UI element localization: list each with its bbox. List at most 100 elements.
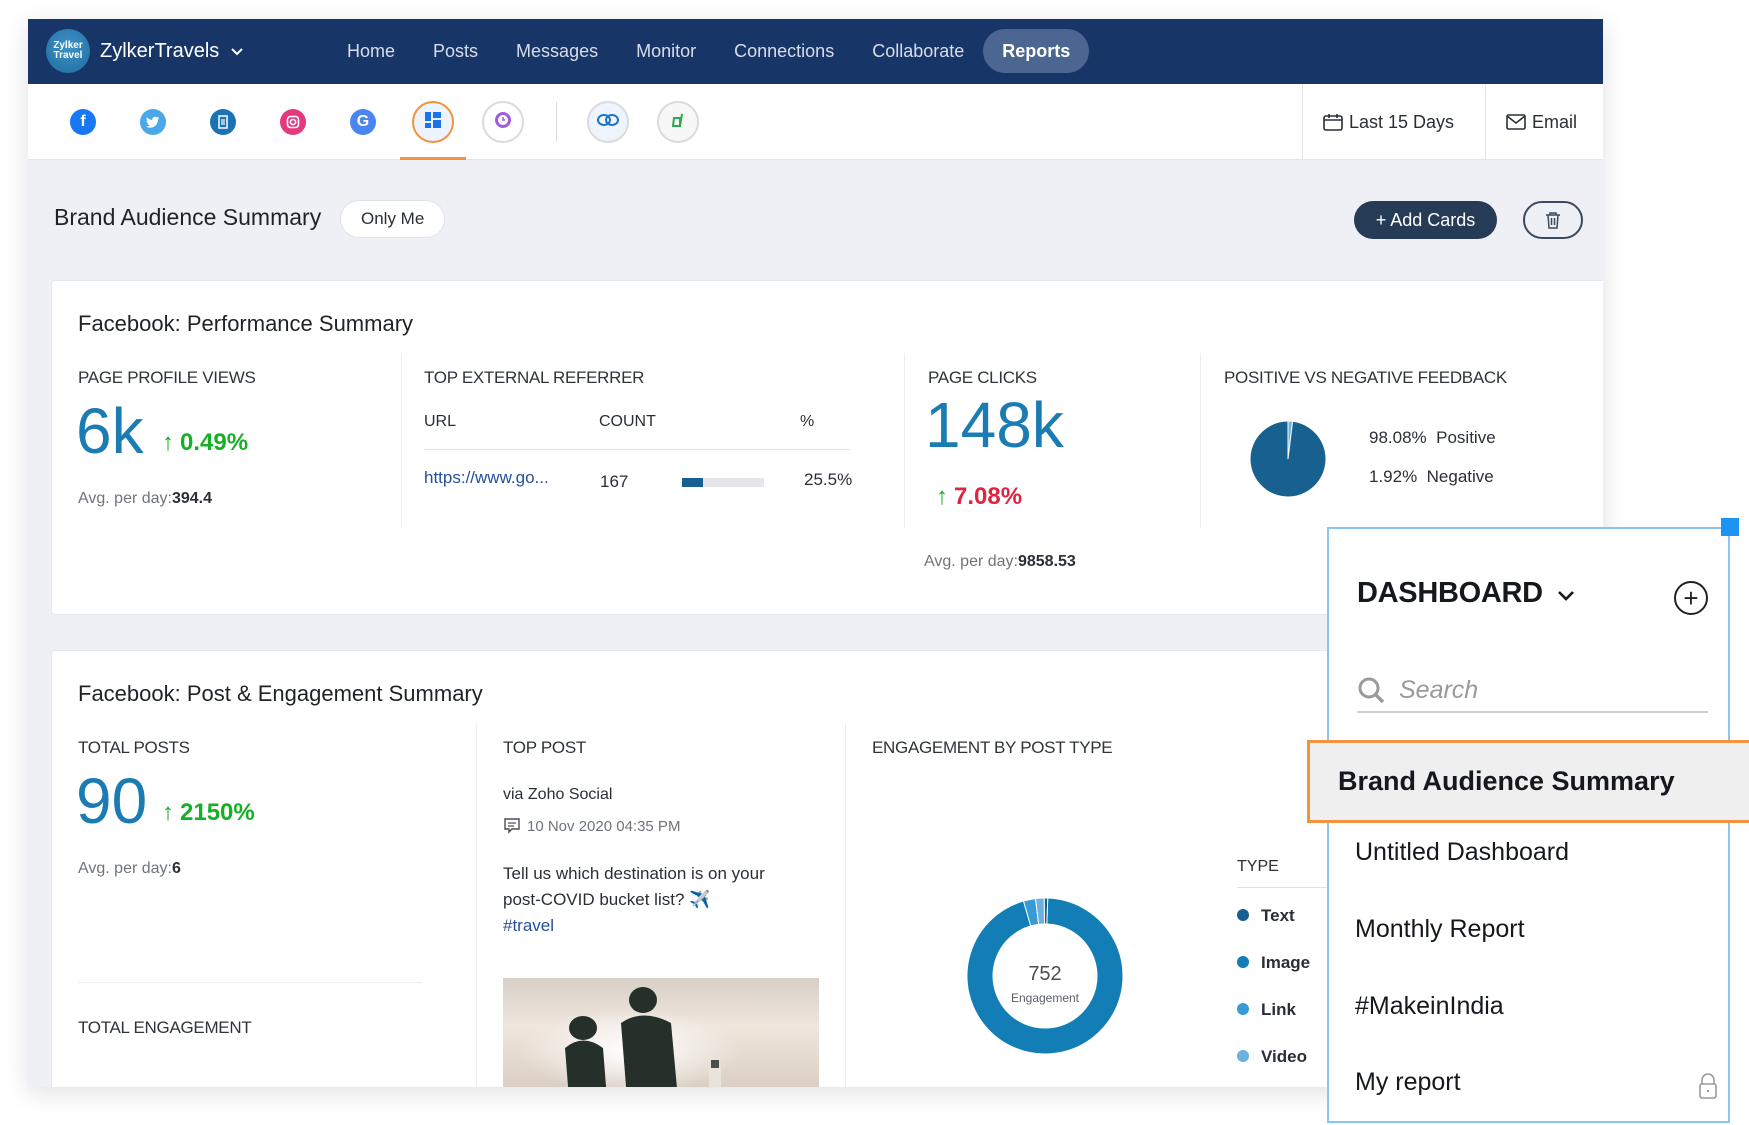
referrer-col-count: COUNT bbox=[599, 413, 656, 430]
donut-center-label: Engagement bbox=[1010, 991, 1080, 1005]
card-title: Facebook: Post & Engagement Summary bbox=[78, 681, 483, 706]
page-clicks-label: PAGE CLICKS bbox=[928, 368, 1037, 387]
type-col-type: TYPE bbox=[1237, 858, 1279, 875]
trash-icon bbox=[1546, 212, 1560, 229]
legend-dot bbox=[1237, 909, 1249, 921]
building-icon bbox=[210, 109, 236, 135]
channel-business[interactable] bbox=[202, 101, 244, 143]
dashboard-menu-heading[interactable]: DASHBOARD bbox=[1357, 577, 1575, 610]
page-clicks-change: ↑ 7.08% bbox=[936, 483, 1023, 510]
arrow-up-icon: ↑ bbox=[162, 799, 174, 826]
channel-divider bbox=[556, 102, 557, 142]
legend-label: Text bbox=[1261, 906, 1295, 925]
arrow-up-icon: ↑ bbox=[162, 429, 174, 456]
legend-dot bbox=[1237, 1003, 1249, 1015]
dashboard-grid-icon bbox=[425, 111, 441, 133]
donut-center-value: 752 bbox=[1028, 963, 1062, 985]
add-cards-button[interactable]: + Add Cards bbox=[1354, 201, 1497, 239]
facebook-icon: f bbox=[70, 109, 96, 135]
channel-instagram[interactable] bbox=[272, 101, 314, 143]
nav-connections[interactable]: Connections bbox=[715, 29, 853, 73]
nav-home[interactable]: Home bbox=[328, 29, 414, 73]
total-posts-label: TOTAL POSTS bbox=[78, 738, 190, 757]
type-legend-item: Video bbox=[1237, 1047, 1307, 1067]
legend-negative: 1.92% Negative bbox=[1369, 467, 1494, 486]
date-range-button[interactable]: Last 15 Days bbox=[1302, 84, 1485, 160]
card-title: Facebook: Performance Summary bbox=[78, 311, 414, 336]
feedback-pie-chart bbox=[1249, 420, 1327, 498]
referrer-label: TOP EXTERNAL REFERRER bbox=[424, 368, 645, 387]
channel-scheduler[interactable] bbox=[482, 101, 524, 143]
nav-collaborate[interactable]: Collaborate bbox=[853, 29, 983, 73]
email-button[interactable]: Email bbox=[1485, 84, 1603, 160]
channel-google[interactable]: G bbox=[342, 101, 384, 143]
dashboard-item-locked[interactable]: My report bbox=[1327, 1068, 1730, 1099]
dashboard-search bbox=[1357, 669, 1708, 713]
legend-dot bbox=[1237, 1050, 1249, 1062]
dashboard-menu: DASHBOARD + bbox=[1327, 527, 1730, 1123]
profile-views-label: PAGE PROFILE VIEWS bbox=[78, 368, 256, 387]
mail-icon bbox=[1506, 114, 1526, 130]
dashboard-item[interactable]: #MakeinIndia bbox=[1327, 992, 1730, 1021]
top-post-image[interactable] bbox=[503, 978, 819, 1087]
hashtag-link[interactable]: #travel bbox=[503, 916, 554, 935]
type-legend-item: Text bbox=[1237, 906, 1295, 926]
resize-handle[interactable] bbox=[1721, 518, 1739, 536]
calendar-icon bbox=[1323, 114, 1343, 131]
brand-name: ZylkerTravels bbox=[100, 39, 220, 62]
referrer-count: 167 bbox=[600, 472, 629, 491]
main-nav: Home Posts Messages Monitor Connections … bbox=[328, 29, 1090, 73]
dashboard-search-input[interactable] bbox=[1399, 675, 1679, 705]
top-post-label: TOP POST bbox=[503, 738, 586, 757]
visibility-badge[interactable]: Only Me bbox=[340, 200, 446, 238]
referrer-share-fill bbox=[682, 478, 703, 487]
search-icon bbox=[1358, 677, 1385, 704]
nav-monitor[interactable]: Monitor bbox=[617, 29, 715, 73]
referrer-url-link[interactable]: https://www.go... bbox=[424, 468, 549, 488]
top-nav-bar: Zylker Travel ZylkerTravels Home Posts M… bbox=[28, 19, 1603, 84]
channel-bar: f G Last 15 Days Email bbox=[28, 84, 1603, 160]
profile-views-value: 6k bbox=[76, 395, 144, 467]
total-posts-change: ↑ 2150% bbox=[162, 799, 255, 826]
total-posts-avg: Avg. per day:6 bbox=[78, 860, 181, 877]
email-label: Email bbox=[1532, 111, 1578, 132]
legend-label: Video bbox=[1261, 1047, 1307, 1066]
referrer-percent: 25.5% bbox=[804, 470, 853, 489]
page-title: Brand Audience Summary bbox=[54, 204, 322, 230]
chevron-down-icon bbox=[231, 44, 243, 59]
delete-button[interactable] bbox=[1523, 201, 1583, 239]
referrer-col-percent: % bbox=[800, 413, 815, 430]
add-dashboard-button[interactable]: + bbox=[1674, 581, 1708, 615]
total-engagement-label: TOTAL ENGAGEMENT bbox=[78, 1018, 252, 1037]
profile-views-avg: Avg. per day:394.4 bbox=[78, 490, 213, 507]
date-range-label: Last 15 Days bbox=[1349, 111, 1455, 132]
nav-messages[interactable]: Messages bbox=[497, 29, 617, 73]
google-icon: G bbox=[350, 109, 376, 135]
twitter-icon bbox=[140, 109, 166, 135]
channel-desk[interactable] bbox=[657, 101, 699, 143]
channel-crm[interactable] bbox=[587, 101, 629, 143]
dashboard-item[interactable]: Untitled Dashboard bbox=[1327, 838, 1730, 867]
lock-icon bbox=[1699, 1073, 1717, 1099]
nav-reports[interactable]: Reports bbox=[983, 29, 1090, 73]
total-posts-value: 90 bbox=[76, 765, 148, 837]
channel-facebook[interactable]: f bbox=[62, 101, 104, 143]
dashboard-item[interactable]: Monthly Report bbox=[1327, 915, 1730, 944]
referrer-col-url: URL bbox=[424, 413, 457, 430]
feedback-label: POSITIVE VS NEGATIVE FEEDBACK bbox=[1224, 368, 1507, 387]
pie-slice-text bbox=[1043, 897, 1049, 925]
plus-icon: + bbox=[1683, 583, 1699, 613]
chevron-down-icon bbox=[1557, 591, 1574, 601]
top-post-source: via Zoho Social bbox=[503, 786, 613, 803]
dashboard-item-active[interactable]: Brand Audience Summary bbox=[1307, 740, 1749, 823]
clock-icon bbox=[494, 111, 512, 134]
nav-posts[interactable]: Posts bbox=[414, 29, 497, 73]
brand-logo: Zylker Travel bbox=[46, 29, 90, 73]
referrer-share-bar bbox=[682, 478, 764, 487]
top-post-text: Tell us which destination is on your pos… bbox=[503, 864, 765, 935]
engagement-type-label: ENGAGEMENT BY POST TYPE bbox=[872, 738, 1113, 757]
channel-dashboard[interactable] bbox=[400, 101, 466, 160]
channel-twitter[interactable] bbox=[132, 101, 174, 143]
brand-switcher[interactable]: Zylker Travel ZylkerTravels bbox=[46, 29, 243, 73]
top-post-date: 10 Nov 2020 04:35 PM bbox=[503, 817, 680, 835]
